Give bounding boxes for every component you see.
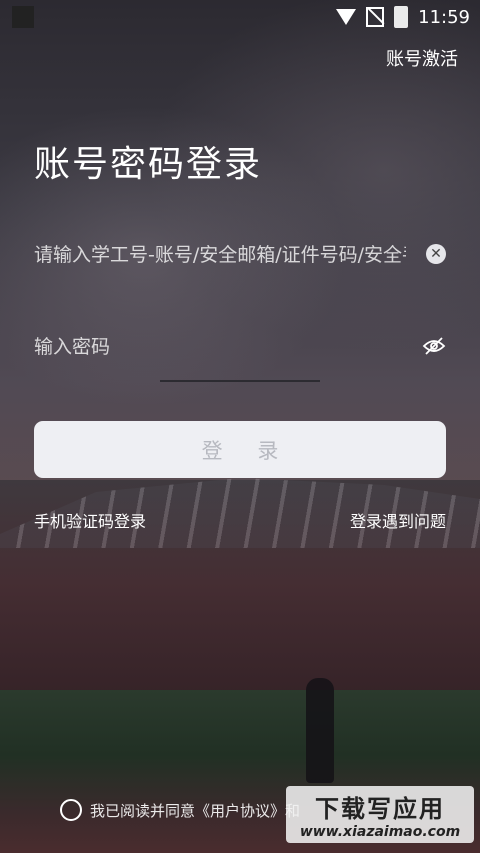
eye-hidden-icon[interactable] (422, 336, 446, 360)
password-input[interactable] (34, 336, 446, 358)
watermark-logo: 下载写应用 www.xiazaimao.com (286, 786, 474, 843)
login-trouble-link[interactable]: 登录遇到问题 (350, 508, 446, 532)
status-bar: 11:59 (0, 0, 480, 34)
crane-silhouette (160, 380, 320, 422)
battery-charging-icon (394, 6, 409, 28)
sms-login-link[interactable]: 手机验证码登录 (34, 508, 146, 532)
password-field (34, 336, 446, 358)
watermark-url: www.xiazaimao.com (299, 824, 461, 840)
person-silhouette (306, 678, 334, 783)
agreement-row: 我已阅读并同意《用户协议》和 (60, 799, 300, 821)
status-time: 11:59 (418, 6, 470, 28)
login-button[interactable]: 登 录 (34, 421, 446, 478)
agreement-text[interactable]: 我已阅读并同意《用户协议》和 (90, 800, 300, 821)
account-field: ✕ (34, 244, 446, 266)
wifi-icon (336, 9, 357, 25)
account-activate-link[interactable]: 账号激活 (386, 45, 458, 71)
account-input[interactable] (34, 244, 446, 266)
clear-icon[interactable]: ✕ (426, 244, 446, 264)
watermark-title: 下载写应用 (315, 795, 445, 823)
page-title: 账号密码登录 (34, 144, 263, 185)
no-signal-icon (366, 7, 385, 27)
notification-icon (12, 6, 34, 28)
agree-radio[interactable] (60, 799, 82, 821)
